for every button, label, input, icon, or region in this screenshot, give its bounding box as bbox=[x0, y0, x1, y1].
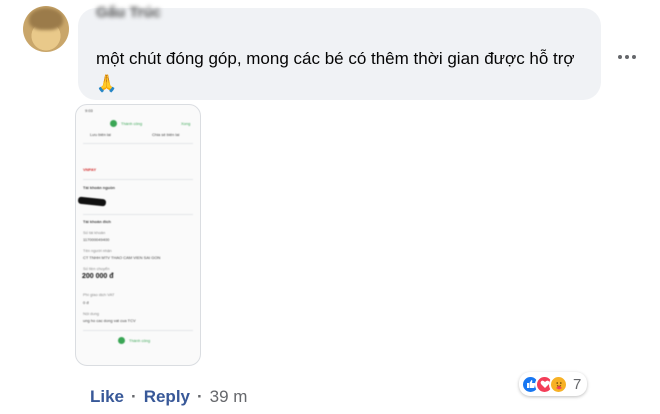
amount-value: 200 000 đ bbox=[82, 273, 114, 280]
divider bbox=[83, 330, 193, 331]
success-check-icon bbox=[118, 337, 125, 344]
redaction-mark bbox=[77, 196, 107, 207]
reaction-count: 7 bbox=[573, 375, 582, 393]
dot-icon bbox=[618, 55, 622, 59]
account-number: 117000049400 bbox=[83, 237, 110, 242]
recipient-label: Tên người nhận bbox=[83, 248, 112, 253]
status-time: 9:03 bbox=[85, 108, 93, 113]
attached-image[interactable]: 9:03 Thành công Xong Lưu biên lai Chia s… bbox=[75, 104, 201, 366]
reaction-summary[interactable]: 7 bbox=[519, 372, 588, 396]
divider bbox=[83, 179, 193, 180]
reply-button[interactable]: Reply bbox=[144, 387, 190, 407]
done-link: Xong bbox=[181, 121, 191, 126]
receipt-screenshot: 9:03 Thành công Xong Lưu biên lai Chia s… bbox=[76, 105, 200, 365]
dot-icon bbox=[625, 55, 629, 59]
recipient-name: CT TNHH MTV THAO CAM VIEN SAI GON bbox=[83, 255, 161, 260]
dest-account-label: Tài khoản đích bbox=[83, 219, 112, 224]
avatar[interactable] bbox=[23, 6, 69, 52]
fee-label: Phí giao dịch VAT bbox=[83, 292, 115, 297]
like-button[interactable]: Like bbox=[90, 387, 124, 407]
content-label: Nội dung bbox=[83, 311, 100, 316]
success-title: Thành công bbox=[121, 121, 143, 126]
content-value: ung ho cac dong vat cua TCV bbox=[83, 318, 136, 323]
comment-bubble: Gấu Trúc một chút đóng góp, mong các bé … bbox=[78, 4, 601, 100]
divider bbox=[83, 214, 193, 215]
account-number-label: Số tài khoản bbox=[83, 230, 106, 235]
more-options-button[interactable] bbox=[614, 45, 640, 69]
source-account-label: Tài khoản nguồn bbox=[83, 185, 115, 190]
timestamp[interactable]: 39 m bbox=[210, 387, 248, 407]
fee-value: 0 đ bbox=[83, 300, 89, 305]
dot-icon bbox=[632, 55, 636, 59]
share-receipt: Chia sẻ biên lai bbox=[152, 132, 180, 137]
vnpay-logo: VNPAY bbox=[83, 167, 97, 172]
comment-text: một chút đóng góp, mong các bé có thêm t… bbox=[96, 49, 575, 93]
amount-label: Số tiền chuyển bbox=[83, 266, 110, 271]
divider bbox=[83, 143, 193, 144]
save-receipt: Lưu biên lai bbox=[90, 132, 111, 137]
success-check-icon bbox=[110, 120, 117, 127]
comment-author[interactable]: Gấu Trúc bbox=[96, 4, 161, 21]
footer-success: Thành công bbox=[129, 338, 151, 343]
comment-actions: Like · Reply · 39 m bbox=[90, 386, 247, 408]
separator: · bbox=[197, 387, 203, 406]
care-icon bbox=[549, 374, 568, 394]
separator: · bbox=[131, 387, 137, 406]
